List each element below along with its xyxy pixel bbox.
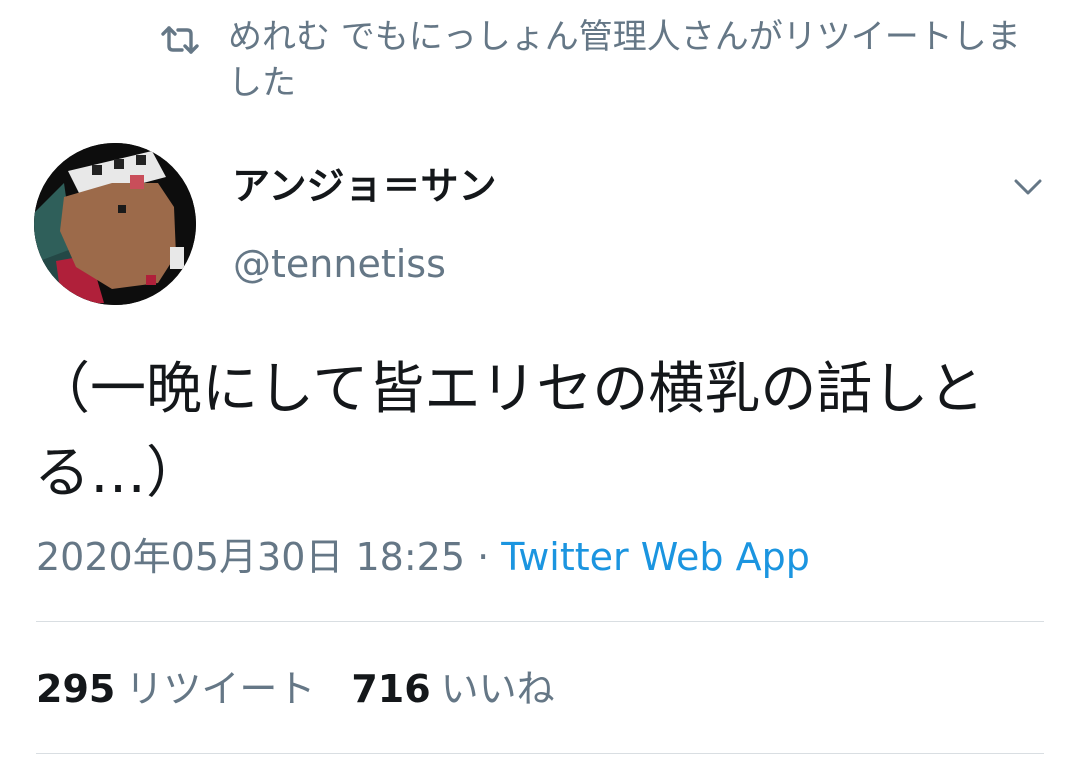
author-display-name[interactable]: アンジョ＝サン — [232, 158, 496, 214]
retweets-label: リツイート — [125, 667, 316, 711]
tweet-text: （一晩にして皆エリセの横乳の話しとる…） — [34, 357, 985, 506]
tweet-timestamp[interactable]: 2020年05月30日 18:25 — [36, 535, 465, 579]
retweets-stat[interactable]: 295 リツイート — [36, 667, 315, 711]
retweet-context: めれむ でもにっしょん管理人さんがリツイートしました — [160, 14, 1040, 106]
meta-separator: · — [465, 535, 502, 579]
divider — [36, 753, 1044, 754]
chevron-down-icon[interactable] — [1010, 172, 1046, 202]
tweet-meta: 2020年05月30日 18:25 · Twitter Web App — [36, 530, 810, 584]
likes-label: いいね — [440, 667, 555, 711]
author-handle[interactable]: @tennetiss — [233, 238, 446, 290]
likes-count: 716 — [351, 667, 431, 711]
retweet-context-text[interactable]: めれむ でもにっしょん管理人さんがリツイートしました — [228, 14, 1040, 106]
avatar[interactable] — [34, 143, 196, 305]
avatar-image — [34, 143, 196, 305]
retweets-count: 295 — [36, 667, 116, 711]
tweet-stats: 295 リツイート 716 いいね — [36, 662, 555, 716]
retweet-icon — [161, 26, 199, 54]
tweet-source-link[interactable]: Twitter Web App — [501, 535, 810, 579]
likes-stat[interactable]: 716 いいね — [351, 667, 554, 711]
divider — [36, 621, 1044, 622]
